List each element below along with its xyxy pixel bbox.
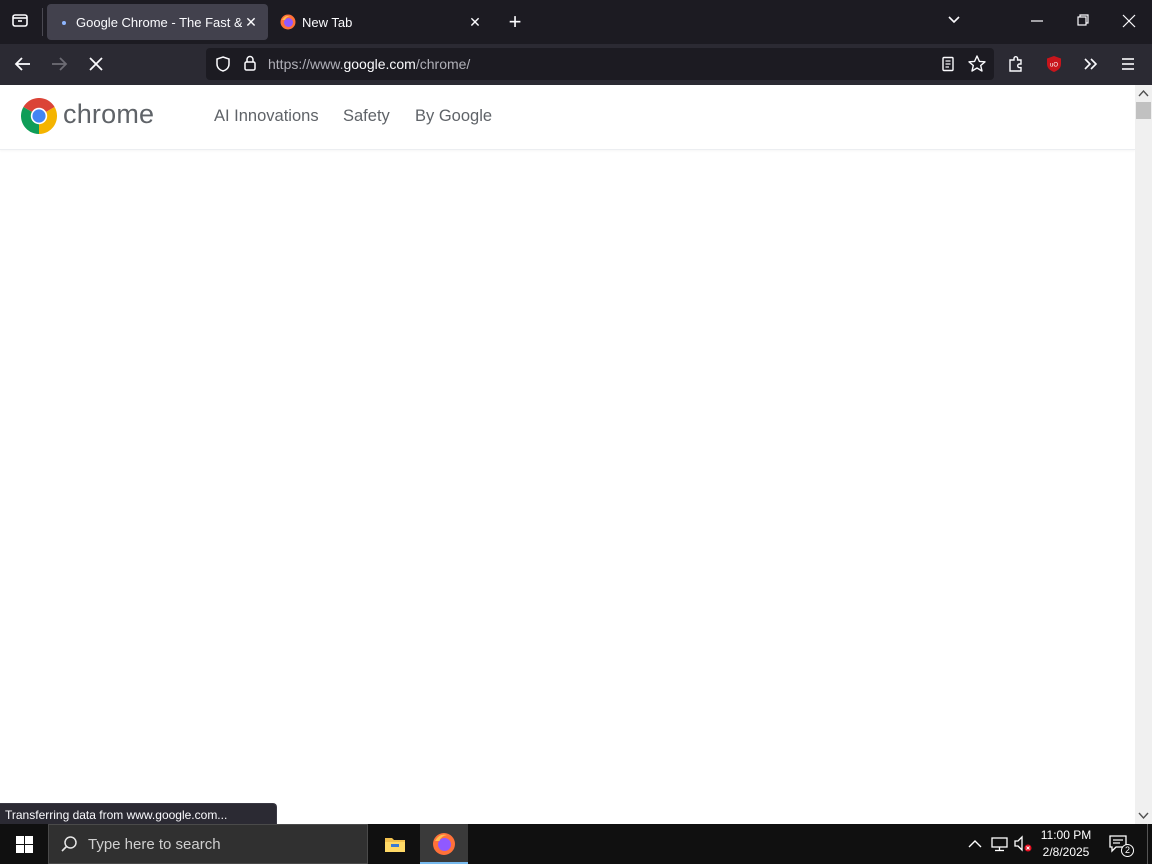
plus-icon: +	[508, 9, 522, 34]
tab-new-tab[interactable]: New Tab ✕	[270, 4, 492, 40]
show-hidden-icons-button[interactable]	[966, 835, 984, 853]
minimize-button[interactable]	[1022, 10, 1052, 34]
new-tab-button[interactable]: +	[504, 10, 526, 34]
firefox-icon	[433, 833, 455, 855]
action-center-button[interactable]: 2	[1108, 834, 1136, 857]
arrow-right-icon	[52, 57, 68, 71]
clock-time: 11:00 PM	[1040, 828, 1092, 842]
app-menu-button[interactable]	[1117, 54, 1139, 76]
close-icon	[1122, 14, 1136, 28]
network-icon	[991, 837, 1008, 852]
firefox-taskbar-button[interactable]	[420, 824, 468, 864]
site-header: chrome AI Innovations Safety By Google	[0, 85, 1135, 150]
more-tools-button[interactable]	[1080, 54, 1102, 76]
ublock-shield-icon: uO	[1047, 56, 1061, 72]
status-panel: Transferring data from www.google.com...	[0, 803, 277, 824]
file-explorer-taskbar-button[interactable]	[371, 824, 419, 864]
clock-date: 2/8/2025	[1042, 845, 1090, 859]
list-all-tabs-button[interactable]	[8, 10, 32, 34]
close-window-button[interactable]	[1114, 10, 1144, 34]
notification-count-badge: 2	[1121, 844, 1134, 857]
lock-icon[interactable]	[241, 54, 259, 72]
page-scrollbar[interactable]	[1135, 85, 1152, 824]
back-button[interactable]	[12, 54, 34, 76]
scrollbar-thumb[interactable]	[1136, 102, 1151, 119]
close-tab-icon[interactable]: ✕	[242, 13, 260, 31]
bookmark-star-icon[interactable]	[967, 54, 987, 74]
firefox-icon	[280, 14, 296, 30]
ublock-origin-button[interactable]: uO	[1043, 54, 1065, 76]
reader-view-icon[interactable]	[939, 55, 957, 73]
windows-logo-icon	[16, 836, 33, 853]
tab-title: New Tab	[302, 15, 353, 30]
tabstrip-separator	[42, 8, 43, 36]
stop-loading-button[interactable]	[85, 54, 107, 76]
chrome-logo[interactable]	[20, 97, 58, 134]
nav-link-ai-innovations[interactable]: AI Innovations	[214, 107, 319, 126]
loading-dot-icon	[62, 21, 66, 25]
url-bar[interactable]: https://www.google.com/chrome/	[206, 48, 994, 80]
close-tab-icon[interactable]: ✕	[466, 13, 484, 31]
brand-wordmark[interactable]: chrome	[63, 99, 154, 130]
search-icon	[61, 836, 77, 852]
chevron-down-icon	[948, 16, 960, 24]
taskbar-clock[interactable]: 11:00 PM 2/8/2025	[1030, 827, 1102, 861]
restore-icon	[1077, 14, 1089, 26]
folder-icon	[385, 838, 405, 852]
minimize-icon	[1031, 20, 1043, 22]
double-chevron-right-icon	[1084, 58, 1098, 70]
taskbar-search-box[interactable]: Type here to search	[48, 824, 368, 864]
extensions-button[interactable]	[1005, 54, 1027, 76]
start-button[interactable]	[0, 824, 48, 864]
stop-icon	[89, 57, 103, 71]
tab-strip: Google Chrome - The Fast & Se ✕ New Tab …	[0, 0, 1152, 44]
chevron-up-icon	[968, 840, 982, 848]
tracking-protection-shield-icon[interactable]	[214, 55, 232, 73]
url-text[interactable]: https://www.google.com/chrome/	[268, 56, 470, 72]
navigation-toolbar: https://www.google.com/chrome/ uO	[0, 44, 1152, 85]
url-path: /chrome/	[415, 56, 471, 72]
forward-button[interactable]	[48, 54, 70, 76]
restore-button[interactable]	[1068, 10, 1098, 34]
scroll-down-arrow-icon[interactable]	[1138, 812, 1149, 820]
nav-link-by-google[interactable]: By Google	[415, 107, 492, 126]
svg-text:uO: uO	[1050, 63, 1058, 69]
tab-title: Google Chrome - The Fast & Se	[76, 15, 242, 30]
network-status-button[interactable]	[990, 835, 1010, 853]
url-prefix: https://www.	[268, 56, 344, 72]
arrow-left-icon	[14, 57, 30, 71]
nav-link-safety[interactable]: Safety	[343, 107, 390, 126]
scroll-up-arrow-icon[interactable]	[1138, 89, 1149, 97]
url-domain: google.com	[343, 56, 416, 72]
puzzle-icon	[1009, 56, 1022, 72]
chrome-logo-icon	[20, 97, 58, 134]
tab-google-chrome[interactable]: Google Chrome - The Fast & Se ✕	[47, 4, 268, 40]
search-placeholder: Type here to search	[88, 836, 221, 853]
web-page: chrome AI Innovations Safety By Google	[0, 85, 1135, 824]
tab-overflow-button[interactable]	[942, 12, 966, 32]
windows-taskbar: Type here to search 11:00 PM 2/8/2025 2	[0, 824, 1152, 864]
tab-list-icon	[12, 14, 28, 27]
show-desktop-button[interactable]	[1147, 824, 1152, 864]
hamburger-menu-icon	[1122, 58, 1134, 70]
